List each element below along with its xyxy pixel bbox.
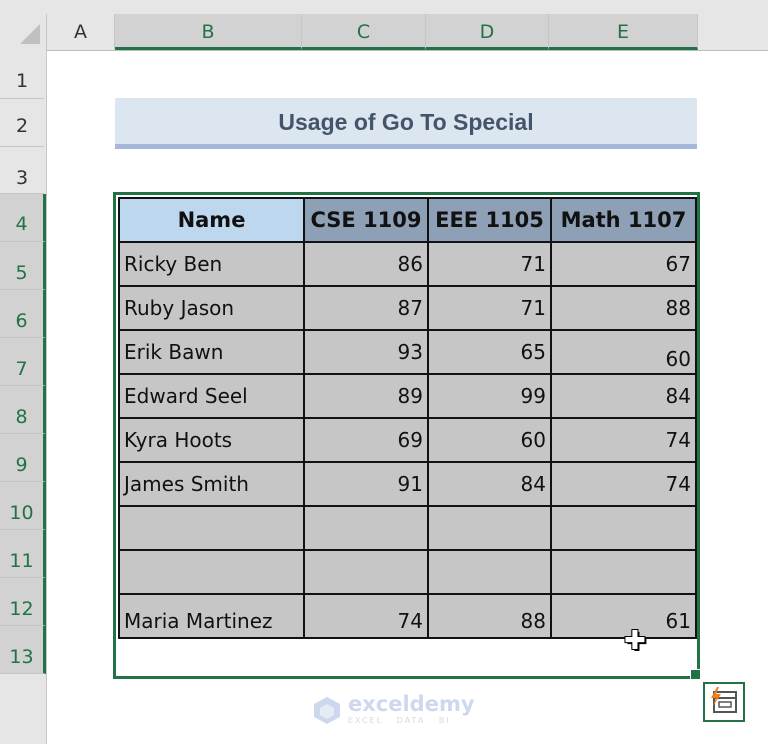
score-table: Name CSE 1109 EEE 1105 Math 1107 Ricky B…	[118, 197, 697, 639]
row-header-12[interactable]: 12	[0, 578, 46, 626]
exceldemy-watermark: exceldemy EXCEL · DATA · BI	[312, 694, 475, 725]
score-cell[interactable]: 67	[550, 241, 697, 287]
name-cell[interactable]: Kyra Hoots	[118, 417, 305, 463]
header-cse-1109[interactable]: CSE 1109	[303, 197, 429, 243]
score-cell[interactable]: 84	[550, 373, 697, 419]
watermark-tagline: EXCEL · DATA · BI	[348, 716, 451, 725]
table-row: Erik Bawn 93 65 60	[118, 329, 697, 375]
score-cell[interactable]: 87	[303, 285, 429, 331]
score-cell[interactable]: 93	[303, 329, 429, 375]
row-header-1[interactable]: 1	[0, 51, 44, 99]
score-cell[interactable]	[303, 549, 429, 595]
score-cell[interactable]	[427, 505, 552, 551]
header-eee-1105[interactable]: EEE 1105	[427, 197, 552, 243]
table-row-empty	[118, 505, 697, 551]
score-cell[interactable]: 91	[303, 461, 429, 507]
score-cell[interactable]: 74	[303, 593, 429, 639]
quick-analysis-icon	[711, 687, 737, 713]
row-header-6[interactable]: 6	[0, 290, 46, 338]
score-cell[interactable]: 65	[427, 329, 552, 375]
top-strip	[0, 0, 768, 14]
select-all-button[interactable]	[0, 14, 47, 50]
sheet-title[interactable]: Usage of Go To Special	[115, 98, 697, 149]
name-cell[interactable]: Erik Bawn	[118, 329, 305, 375]
score-cell[interactable]	[427, 549, 552, 595]
table-row-empty	[118, 549, 697, 595]
watermark-name: exceldemy	[348, 692, 475, 716]
row-header-3[interactable]: 3	[0, 147, 44, 194]
score-cell[interactable]: 86	[303, 241, 429, 287]
quick-analysis-button[interactable]	[703, 682, 745, 722]
name-cell[interactable]	[118, 549, 305, 595]
table-row: Ricky Ben 86 71 67	[118, 241, 697, 287]
score-cell[interactable]	[303, 505, 429, 551]
score-cell[interactable]: 99	[427, 373, 552, 419]
score-cell[interactable]: 60	[550, 329, 697, 375]
column-header-d[interactable]: D	[426, 14, 549, 50]
plus-cursor-icon: ✚	[624, 626, 646, 656]
table-row: Kyra Hoots 69 60 74	[118, 417, 697, 463]
column-header-c[interactable]: C	[302, 14, 426, 50]
table-row: James Smith 91 84 74	[118, 461, 697, 507]
name-cell[interactable]: Maria Martinez	[118, 593, 305, 639]
name-cell[interactable]: Edward Seel	[118, 373, 305, 419]
score-cell[interactable]: 88	[550, 285, 697, 331]
score-cell[interactable]: 84	[427, 461, 552, 507]
score-cell[interactable]	[550, 549, 697, 595]
score-cell[interactable]: 89	[303, 373, 429, 419]
row-header-11[interactable]: 11	[0, 530, 46, 578]
header-name[interactable]: Name	[118, 197, 305, 243]
score-cell[interactable]: 88	[427, 593, 552, 639]
row-header-7[interactable]: 7	[0, 338, 46, 386]
table-row: Ruby Jason 87 71 88	[118, 285, 697, 331]
table-row: Maria Martinez 74 88 61	[118, 593, 697, 639]
column-header-e[interactable]: E	[549, 14, 698, 50]
exceldemy-logo-icon	[314, 696, 340, 724]
score-cell[interactable]: 71	[427, 285, 552, 331]
row-header-2[interactable]: 2	[0, 99, 44, 147]
row-header-9[interactable]: 9	[0, 434, 46, 482]
column-header-a[interactable]: A	[47, 14, 115, 49]
select-all-triangle-icon	[20, 24, 40, 44]
row-header-5[interactable]: 5	[0, 242, 46, 290]
name-cell[interactable]: Ricky Ben	[118, 241, 305, 287]
header-math-1107[interactable]: Math 1107	[550, 197, 697, 243]
row-header-10[interactable]: 10	[0, 482, 46, 530]
table-row: Edward Seel 89 99 84	[118, 373, 697, 419]
score-cell[interactable]	[550, 505, 697, 551]
row-header-13[interactable]: 13	[0, 626, 46, 674]
table-header-row: Name CSE 1109 EEE 1105 Math 1107	[118, 197, 697, 243]
score-cell[interactable]: 60	[427, 417, 552, 463]
name-cell[interactable]: Ruby Jason	[118, 285, 305, 331]
fill-handle[interactable]	[690, 669, 701, 680]
score-cell[interactable]: 74	[550, 461, 697, 507]
column-header-b[interactable]: B	[115, 14, 302, 50]
score-cell[interactable]: 69	[303, 417, 429, 463]
row-header-8[interactable]: 8	[0, 386, 46, 434]
score-cell[interactable]: 71	[427, 241, 552, 287]
row-header-4[interactable]: 4	[0, 194, 46, 242]
score-cell[interactable]: 74	[550, 417, 697, 463]
name-cell[interactable]	[118, 505, 305, 551]
name-cell[interactable]: James Smith	[118, 461, 305, 507]
